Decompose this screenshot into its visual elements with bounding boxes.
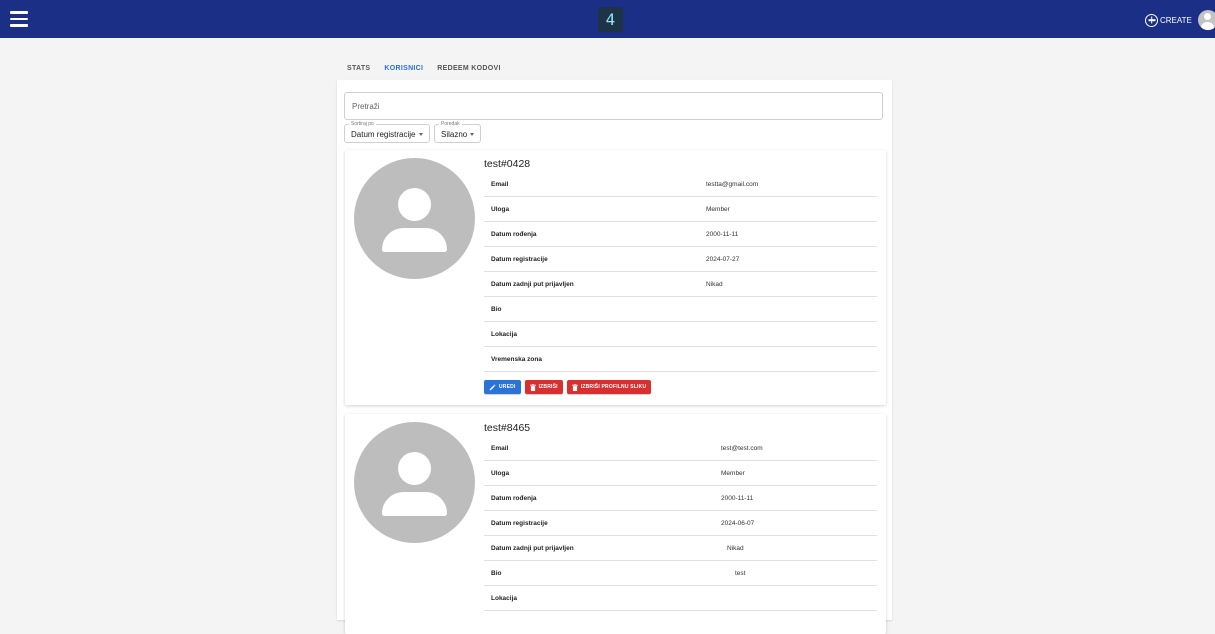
field-value: 2000-11-11 <box>721 495 754 502</box>
user-actions: UREDI IZBRIŠI IZBRIŠI PROFILNU SLIKU <box>484 380 655 394</box>
trash-icon <box>529 383 536 391</box>
delete-profile-picture-button[interactable]: IZBRIŠI PROFILNU SLIKU <box>566 380 652 394</box>
field-label: Email <box>491 181 509 188</box>
field-value: Nikad <box>706 281 723 288</box>
detail-row-role: Uloga Member <box>484 197 877 222</box>
field-label: Bio <box>491 570 502 577</box>
detail-row-registered: Datum registracije 2024-07-27 <box>484 247 877 272</box>
field-label: Lokacija <box>491 595 518 602</box>
order-value: Silazno <box>441 130 468 139</box>
detail-row-registered: Datum registracije 2024-06-07 <box>484 511 877 536</box>
menu-icon[interactable] <box>10 11 28 27</box>
username: test#0428 <box>484 158 531 170</box>
field-label: Uloga <box>491 206 510 213</box>
edit-label: UREDI <box>499 384 516 390</box>
user-card: test#8465 Email test@test.com Uloga Memb… <box>345 414 886 634</box>
app-logo[interactable]: 4 <box>598 7 623 32</box>
detail-row-timezone: Vremenska zona <box>484 347 877 372</box>
field-label: Bio <box>491 306 502 313</box>
edit-button[interactable]: UREDI <box>484 380 521 394</box>
user-details: Email testta@gmail.com Uloga Member Datu… <box>484 172 877 372</box>
field-value: Member <box>721 470 745 477</box>
account-icon[interactable] <box>1198 10 1215 30</box>
field-value: Member <box>706 206 730 213</box>
chevron-down-icon <box>470 133 474 136</box>
create-button[interactable]: CREATE <box>1145 11 1192 29</box>
delete-profile-picture-label: IZBRIŠI PROFILNU SLIKU <box>580 384 647 390</box>
tab-bar: STATS KORISNICI REDEEM KODOVI <box>340 60 508 82</box>
detail-row-email: Email testta@gmail.com <box>484 172 877 197</box>
search-input[interactable] <box>344 92 883 120</box>
create-label: CREATE <box>1160 15 1192 25</box>
detail-row-bio: Bio <box>484 297 877 322</box>
trash-icon <box>571 383 578 391</box>
detail-row-bio: Bio test <box>484 561 877 586</box>
detail-row-location: Lokacija <box>484 586 877 611</box>
field-label: Datum rođenja <box>491 231 537 238</box>
field-value: test@test.com <box>721 445 763 452</box>
order-label: Poredak <box>439 121 462 127</box>
detail-row-email: Email test@test.com <box>484 436 877 461</box>
sort-by-value: Datum registracije <box>351 130 416 139</box>
detail-row-last-login: Datum zadnji put prijavljen Nikad <box>484 536 877 561</box>
pencil-icon <box>489 383 496 390</box>
detail-row-birth: Datum rođenja 2000-11-11 <box>484 486 877 511</box>
field-label: Datum registracije <box>491 256 548 263</box>
field-label: Lokacija <box>491 331 518 338</box>
field-label: Datum zadnji put prijavljen <box>491 545 574 552</box>
tab-redeem-kodovi[interactable]: REDEEM KODOVI <box>430 60 507 82</box>
sort-by-select[interactable]: Sortiraj po Datum registracije <box>344 121 430 143</box>
field-label: Datum rođenja <box>491 495 537 502</box>
avatar <box>354 422 475 543</box>
field-label: Email <box>491 445 509 452</box>
field-label: Vremenska zona <box>491 356 542 363</box>
field-value: test <box>735 570 746 577</box>
field-label: Datum registracije <box>491 520 548 527</box>
delete-label: IZBRIŠI <box>538 384 558 390</box>
user-details: Email test@test.com Uloga Member Datum r… <box>484 436 877 611</box>
sort-by-label: Sortiraj po <box>349 121 376 127</box>
detail-row-last-login: Datum zadnji put prijavljen Nikad <box>484 272 877 297</box>
field-value: testta@gmail.com <box>706 181 759 188</box>
users-panel: Sortiraj po Datum registracije Poredak S… <box>337 80 892 634</box>
plus-circle-icon <box>1145 13 1158 27</box>
chevron-down-icon <box>419 133 423 136</box>
username: test#8465 <box>484 422 531 434</box>
detail-row-role: Uloga Member <box>484 461 877 486</box>
avatar <box>354 158 475 279</box>
app-bar: 4 CREATE <box>0 0 1215 38</box>
detail-row-location: Lokacija <box>484 322 877 347</box>
field-label: Datum zadnji put prijavljen <box>491 281 574 288</box>
field-value: 2024-06-07 <box>721 520 755 527</box>
order-select[interactable]: Poredak Silazno <box>434 121 481 143</box>
field-label: Uloga <box>491 470 510 477</box>
delete-button[interactable]: IZBRIŠI <box>524 380 563 394</box>
field-value: 2000-11-11 <box>706 231 739 238</box>
tab-stats[interactable]: STATS <box>340 60 377 82</box>
field-value: Nikad <box>727 545 744 552</box>
field-value: 2024-07-27 <box>706 256 740 263</box>
user-card: test#0428 Email testta@gmail.com Uloga M… <box>345 150 886 405</box>
tab-korisnici[interactable]: KORISNICI <box>377 60 431 82</box>
detail-row-birth: Datum rođenja 2000-11-11 <box>484 222 877 247</box>
